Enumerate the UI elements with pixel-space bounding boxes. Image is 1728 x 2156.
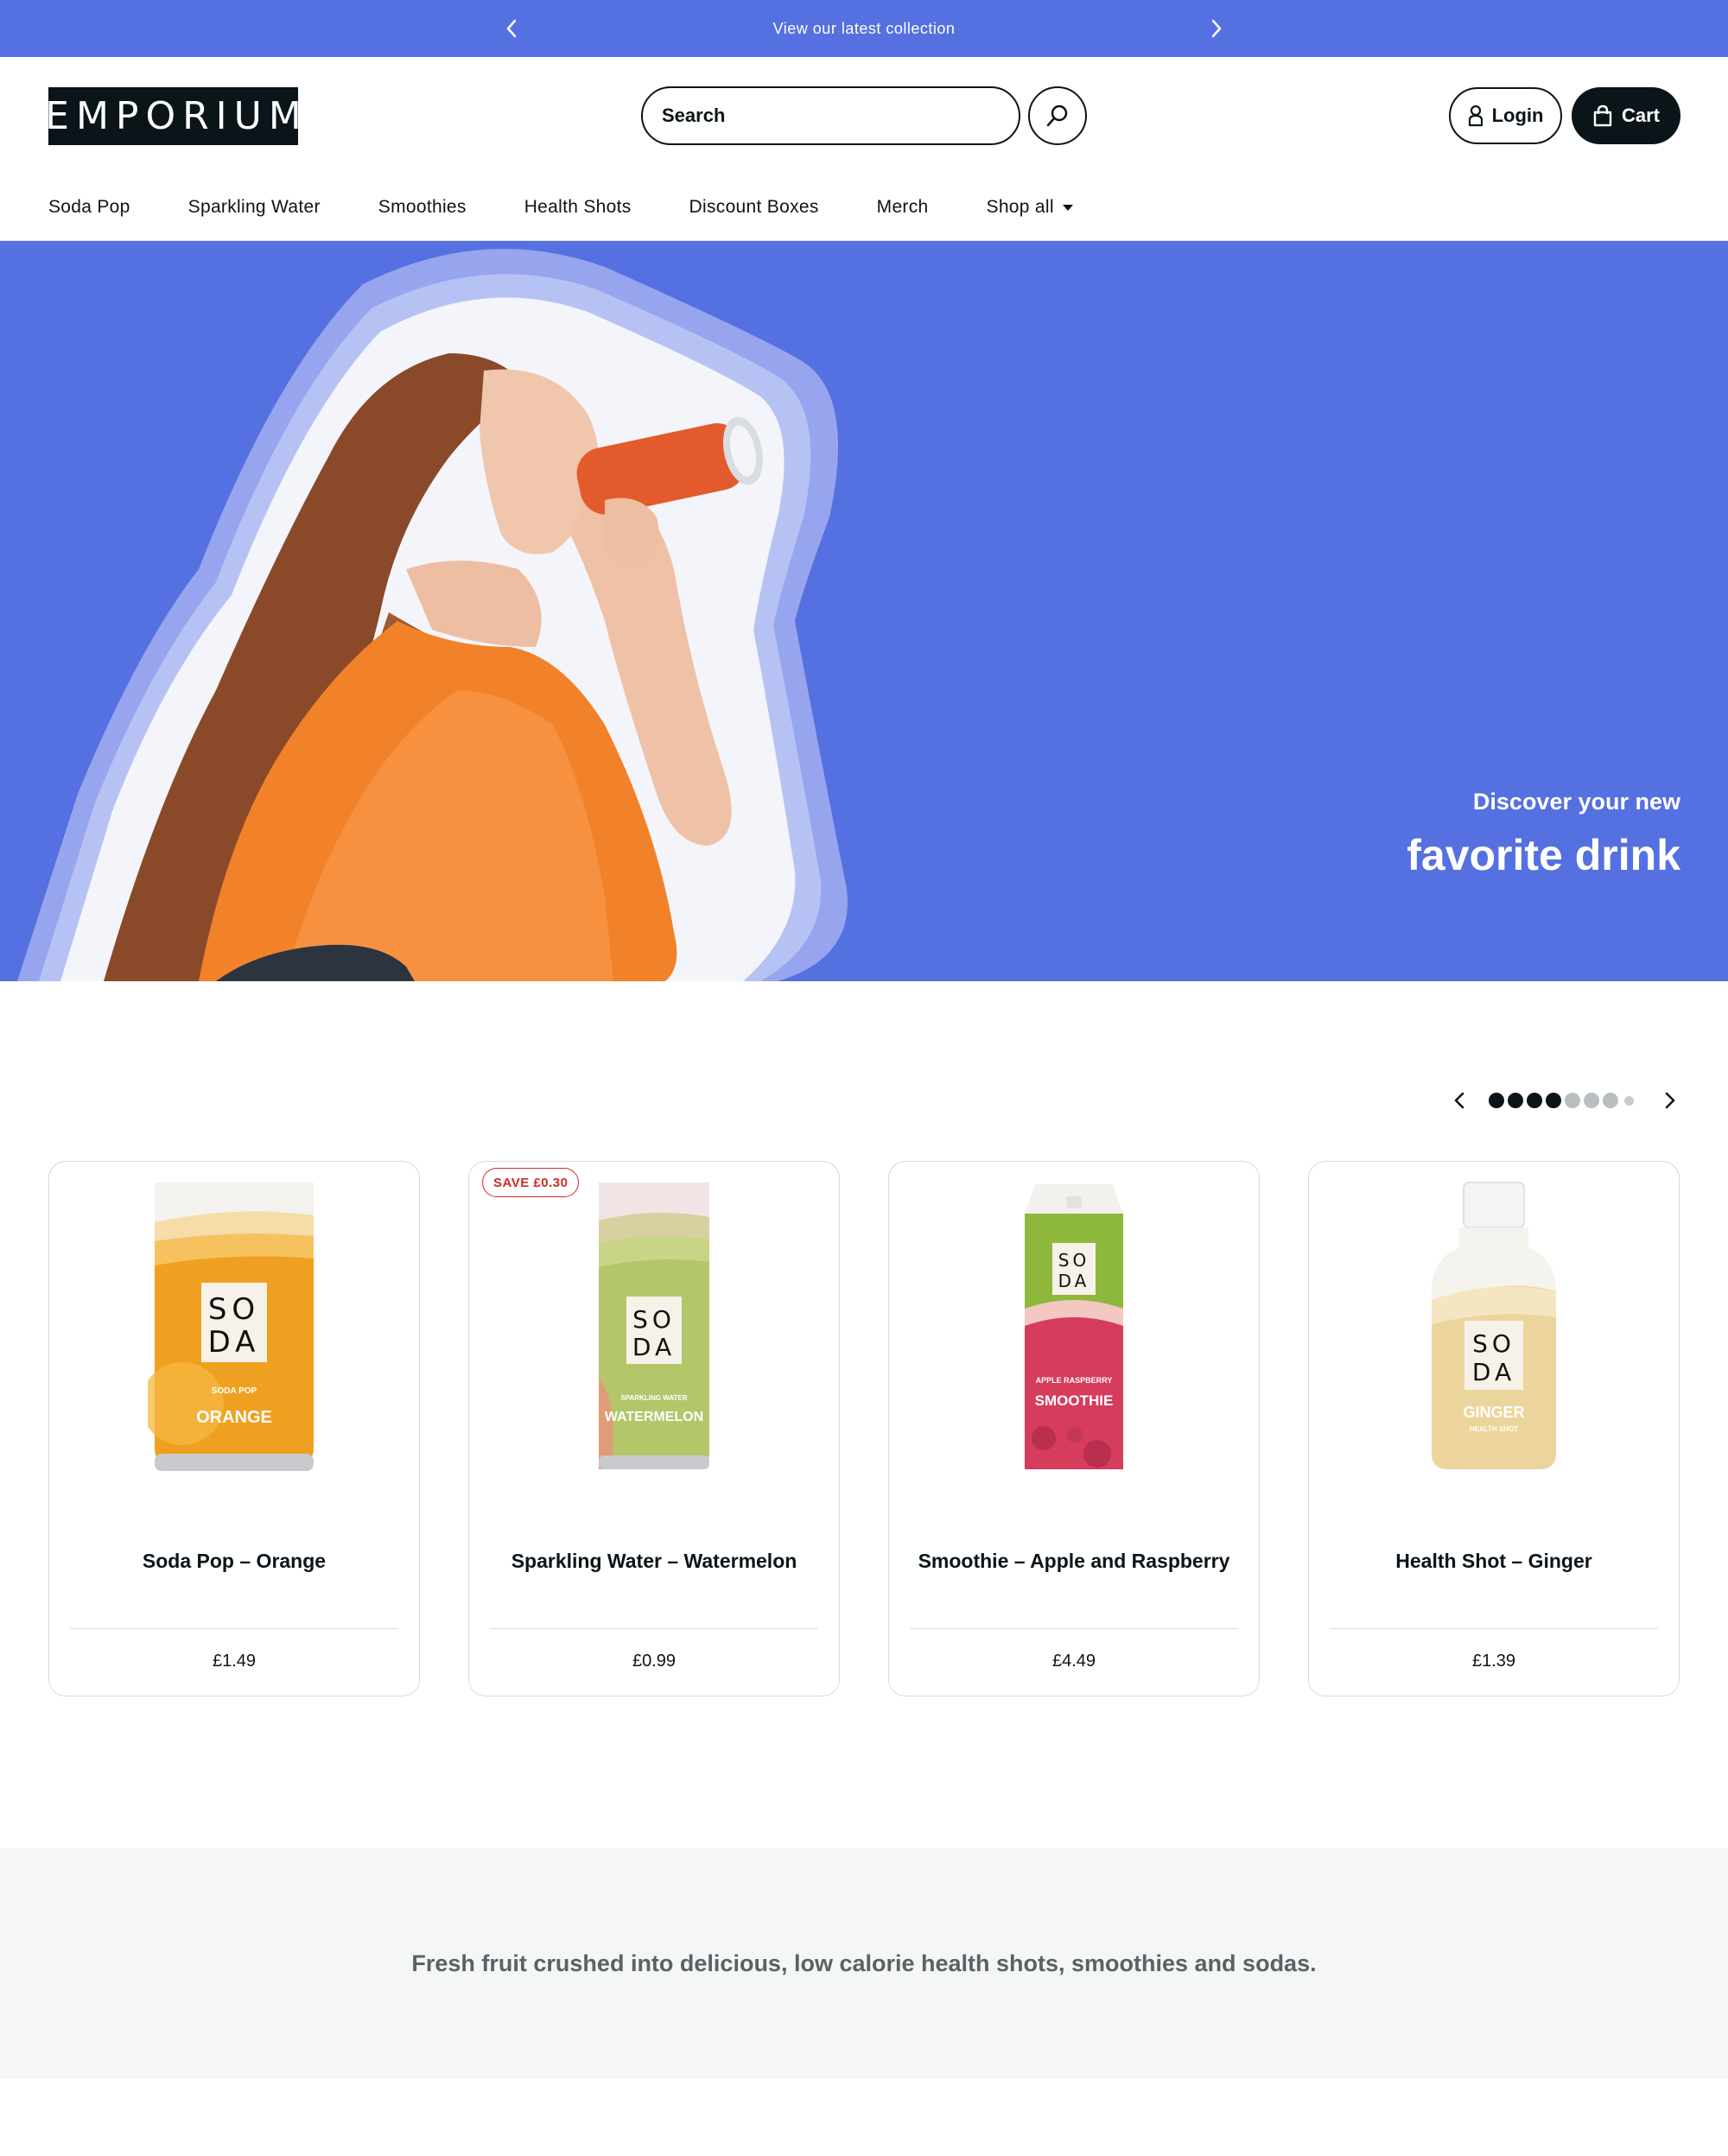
health-shot-bottle-image: SO DA GINGER HEALTH SHOT [1432, 1182, 1556, 1469]
main-nav: Soda Pop Sparkling Water Smoothies Healt… [48, 192, 1131, 223]
carousel-dots [1489, 1093, 1636, 1108]
product-image[interactable]: SO DA GINGER HEALTH SHOT [1309, 1182, 1679, 1469]
product-card[interactable]: SAVE £0.30 SO DA SPARKLING WATER WATERME… [468, 1161, 840, 1696]
cart-label: Cart [1621, 105, 1660, 126]
carousel-next-button[interactable] [1658, 1088, 1682, 1113]
can-logo-top: SO [1472, 1329, 1515, 1358]
carousel-dot[interactable] [1489, 1093, 1504, 1108]
chevron-right-icon [1211, 19, 1222, 38]
card-divider [1330, 1628, 1658, 1629]
logo-text: EMPORIUM [45, 94, 308, 138]
announcement-next-button[interactable] [1199, 11, 1234, 46]
sale-badge: SAVE £0.30 [482, 1168, 580, 1197]
can-logo-bottom: DA [1472, 1358, 1515, 1386]
product-price: £1.49 [212, 1652, 257, 1671]
carousel-prev-button[interactable] [1447, 1088, 1471, 1113]
can-logo-top: SO [208, 1292, 260, 1327]
shop-all-label: Shop all [986, 197, 1054, 217]
caret-down-icon [1062, 204, 1073, 211]
nav-item-sparkling-water[interactable]: Sparkling Water [188, 197, 321, 218]
carousel-dot[interactable] [1527, 1093, 1542, 1108]
user-icon [1468, 105, 1483, 127]
logo[interactable]: EMPORIUM [45, 87, 302, 145]
carousel-dot[interactable] [1624, 1095, 1634, 1106]
product-price: £0.99 [632, 1652, 677, 1671]
can-category: SPARKLING WATER [620, 1394, 687, 1402]
announcement-bar: View our latest collection [0, 0, 1728, 57]
product-price: £1.39 [1471, 1652, 1516, 1671]
cart-button[interactable]: Cart [1572, 87, 1680, 144]
product-image[interactable]: SO DA APPLE RASPBERRY SMOOTHIE [889, 1184, 1259, 1469]
card-divider [490, 1628, 818, 1629]
product-card[interactable]: SO DA GINGER HEALTH SHOT Health Shot – G… [1308, 1161, 1680, 1696]
chevron-right-icon [1665, 1092, 1675, 1109]
can-logo-bottom: DA [1058, 1271, 1090, 1291]
hero-image [17, 249, 848, 981]
search-icon [1046, 105, 1068, 127]
card-divider [910, 1628, 1238, 1629]
can-logo-top: SO [632, 1305, 676, 1334]
carton-flavor: SMOOTHIE [1035, 1392, 1114, 1409]
carousel-dot[interactable] [1565, 1093, 1580, 1108]
soda-can-orange-image: SO DA SODA POP ORANGE [148, 1183, 314, 1471]
login-label: Login [1491, 105, 1544, 126]
nav-item-soda-pop[interactable]: Soda Pop [48, 197, 130, 218]
carousel-dot[interactable] [1546, 1093, 1561, 1108]
tagline-text: Fresh fruit crushed into delicious, low … [411, 1950, 1317, 1976]
smoothie-carton-image: SO DA APPLE RASPBERRY SMOOTHIE [1025, 1184, 1123, 1469]
product-card[interactable]: SO DA APPLE RASPBERRY SMOOTHIE Smoothie … [888, 1161, 1260, 1696]
nav-item-smoothies[interactable]: Smoothies [378, 197, 467, 218]
chevron-left-icon [1454, 1092, 1464, 1109]
nav-item-shop-all[interactable]: Shop all [987, 197, 1073, 218]
product-card[interactable]: SO DA SODA POP ORANGE Soda Pop – Orange … [48, 1161, 420, 1696]
sparkling-can-watermelon-image: SO DA SPARKLING WATER WATERMELON [599, 1183, 709, 1469]
hero-title: favorite drink [1407, 831, 1680, 879]
product-title[interactable]: Health Shot – Ginger [1309, 1550, 1679, 1573]
hero-banner: Discover your new favorite drink [0, 241, 1728, 981]
bag-icon [1593, 105, 1612, 127]
product-title[interactable]: Soda Pop – Orange [49, 1550, 419, 1573]
nav-item-merch[interactable]: Merch [877, 197, 929, 218]
can-logo-bottom: DA [208, 1325, 261, 1360]
hero-subtitle: Discover your new [1472, 789, 1680, 815]
can-flavor: ORANGE [196, 1408, 272, 1427]
carousel-dot[interactable] [1584, 1093, 1599, 1108]
product-image[interactable]: SO DA SPARKLING WATER WATERMELON [469, 1183, 839, 1469]
login-button[interactable]: Login [1449, 87, 1562, 144]
product-image[interactable]: SO DA SODA POP ORANGE [49, 1183, 419, 1471]
bottle-flavor: GINGER [1463, 1404, 1524, 1421]
card-divider [70, 1628, 398, 1629]
product-title[interactable]: Smoothie – Apple and Raspberry [889, 1550, 1259, 1573]
tagline-section: Fresh fruit crushed into delicious, low … [0, 1848, 1728, 2079]
product-price: £4.49 [1051, 1652, 1096, 1671]
can-logo-top: SO [1058, 1250, 1090, 1271]
can-flavor: WATERMELON [605, 1410, 703, 1424]
carton-category: APPLE RASPBERRY [1036, 1376, 1113, 1385]
search-input[interactable]: Search [641, 86, 1020, 145]
can-category: SODA POP [212, 1386, 257, 1396]
nav-item-health-shots[interactable]: Health Shots [524, 197, 632, 218]
bottle-category: HEALTH SHOT [1470, 1425, 1518, 1433]
nav-item-discount-boxes[interactable]: Discount Boxes [689, 197, 819, 218]
search-button[interactable] [1028, 86, 1087, 145]
announcement-message[interactable]: View our latest collection [0, 0, 1728, 57]
product-title[interactable]: Sparkling Water – Watermelon [469, 1550, 839, 1573]
carousel-dot[interactable] [1508, 1093, 1523, 1108]
can-logo-bottom: DA [632, 1333, 676, 1361]
search-placeholder: Search [662, 105, 726, 126]
carousel-dot[interactable] [1603, 1093, 1618, 1108]
